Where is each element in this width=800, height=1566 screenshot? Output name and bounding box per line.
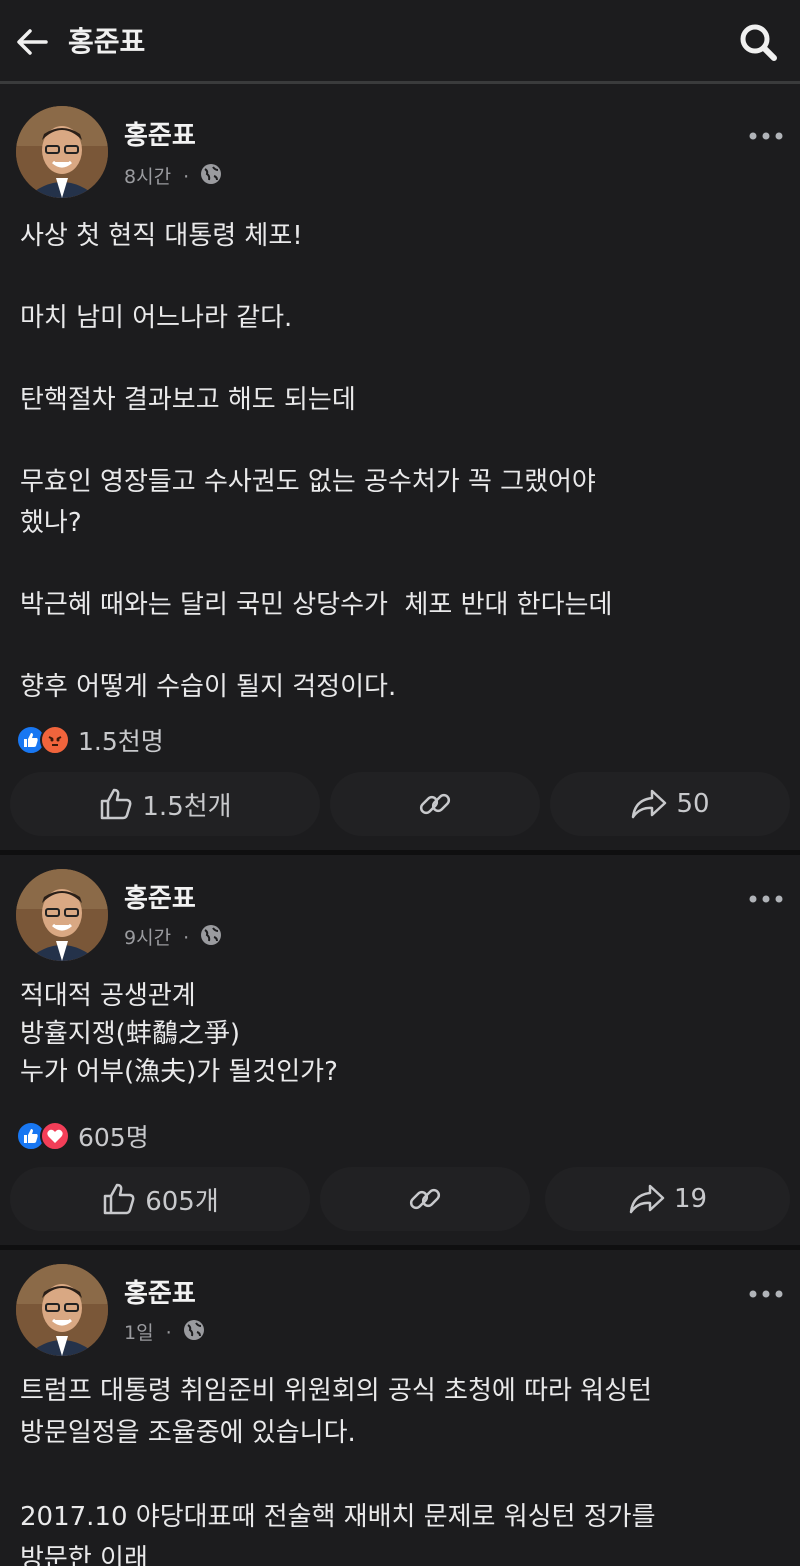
angry-reaction-icon bbox=[40, 725, 70, 755]
post-time: 8시간 bbox=[124, 166, 172, 188]
love-reaction-icon bbox=[40, 1121, 70, 1151]
reaction-count: 605명 bbox=[78, 1123, 149, 1152]
meta-dot: · bbox=[165, 1322, 172, 1344]
more-options-icon[interactable] bbox=[748, 889, 784, 909]
post-text: 사상 첫 현직 대통령 체포! 마치 남미 어느나라 같다. 탄핵절차 결과보고… bbox=[20, 221, 613, 702]
search-icon[interactable] bbox=[736, 20, 780, 64]
thumbs-up-icon bbox=[103, 1183, 135, 1215]
post-time: 1일 bbox=[124, 1322, 154, 1344]
like-button[interactable]: 605개 bbox=[10, 1167, 310, 1231]
page-title: 홍준표 bbox=[68, 25, 146, 58]
post-text: 적대적 공생관계 방휼지쟁(蚌鷸之爭) 누가 어부(漁夫)가 될것인가? bbox=[20, 981, 338, 1087]
share-arrow-icon bbox=[629, 1184, 665, 1214]
more-options-icon[interactable] bbox=[748, 126, 784, 146]
reaction-summary[interactable]: 605명 bbox=[16, 1119, 149, 1153]
like-count: 605개 bbox=[145, 1186, 219, 1217]
post-meta: 9시간 · bbox=[124, 923, 223, 953]
share-arrow-icon bbox=[632, 789, 667, 819]
globe-icon bbox=[199, 162, 223, 192]
post-card: 홍준표 9시간 · 적대적 공생관계 방휼지쟁(蚌鷸之爭) 누가 어부(漁夫)가… bbox=[0, 855, 800, 1245]
avatar[interactable] bbox=[16, 869, 108, 961]
post-card: 홍준표 8시간 · 사상 첫 현직 대통령 체포! 마치 남미 어느나라 같다.… bbox=[0, 92, 800, 850]
copy-link-button[interactable] bbox=[320, 1167, 530, 1231]
post-author[interactable]: 홍준표 bbox=[124, 1278, 196, 1310]
avatar[interactable] bbox=[16, 106, 108, 198]
meta-dot: · bbox=[183, 927, 190, 949]
post-meta: 1일 · bbox=[124, 1318, 206, 1348]
post-meta: 8시간 · bbox=[124, 162, 223, 192]
reaction-count: 1.5천명 bbox=[78, 727, 164, 756]
meta-dot: · bbox=[183, 166, 190, 188]
post-author[interactable]: 홍준표 bbox=[124, 120, 196, 152]
like-button[interactable]: 1.5천개 bbox=[10, 772, 320, 836]
share-count: 50 bbox=[676, 789, 710, 819]
post-time: 9시간 bbox=[124, 927, 172, 949]
link-icon bbox=[409, 1188, 441, 1210]
post-author[interactable]: 홍준표 bbox=[124, 883, 196, 915]
link-icon bbox=[419, 793, 451, 815]
globe-icon bbox=[182, 1318, 206, 1348]
reaction-summary[interactable]: 1.5천명 bbox=[16, 723, 164, 757]
share-button[interactable]: 50 bbox=[550, 772, 790, 836]
post-card: 홍준표 1일 · 트럼프 대통령 취임준비 위원회의 공식 초청에 따라 워싱턴… bbox=[0, 1250, 800, 1566]
share-count: 19 bbox=[673, 1184, 708, 1214]
like-count: 1.5천개 bbox=[142, 791, 232, 822]
share-button[interactable]: 19 bbox=[545, 1167, 790, 1231]
copy-link-button[interactable] bbox=[330, 772, 540, 836]
globe-icon bbox=[199, 923, 223, 953]
more-options-icon[interactable] bbox=[748, 1284, 784, 1304]
post-text: 트럼프 대통령 취임준비 위원회의 공식 초청에 따라 워싱턴 방문일정을 조율… bbox=[20, 1376, 656, 1566]
avatar[interactable] bbox=[16, 1264, 108, 1356]
thumbs-up-icon bbox=[101, 788, 132, 820]
top-bar: 홍준표 bbox=[0, 0, 800, 84]
back-arrow-icon[interactable] bbox=[12, 22, 52, 62]
